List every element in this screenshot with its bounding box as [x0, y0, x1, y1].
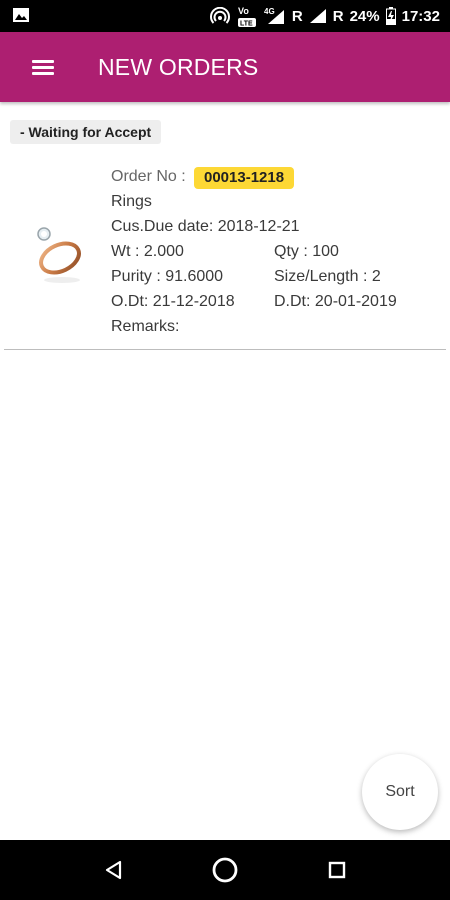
order-no-label: Order No : — [111, 168, 186, 185]
menu-line — [32, 66, 54, 69]
system-navigation-bar — [0, 840, 450, 900]
delivery-date: D.Dt: 20-01-2019 — [274, 293, 397, 310]
purity: Purity : 91.6000 — [111, 268, 224, 285]
customer-due-date: Cus.Due date: 2018-12-21 — [111, 218, 300, 235]
svg-text:LTE: LTE — [240, 21, 253, 28]
recent-apps-icon[interactable] — [319, 852, 355, 888]
status-bar: Vo LTE 4G R R 24% 17:32 — [0, 0, 450, 32]
home-icon[interactable] — [207, 852, 243, 888]
signal-4g-icon: 4G — [264, 7, 284, 24]
back-icon[interactable] — [96, 852, 132, 888]
battery-charging-icon — [385, 7, 396, 25]
ring-image — [37, 227, 81, 283]
quantity: Qty : 100 — [274, 243, 339, 260]
section-header-waiting-for-accept: - Waiting for Accept — [10, 120, 162, 144]
order-number-badge: 00013-1218 — [194, 167, 295, 189]
app-bar: NEW ORDERS — [0, 32, 450, 102]
battery-percent: 24% — [349, 7, 380, 25]
svg-text:4G: 4G — [264, 7, 275, 16]
clock: 17:32 — [401, 7, 440, 25]
status-icons: Vo LTE 4G R R 24% 17:32 — [209, 0, 440, 32]
sort-button[interactable]: Sort — [362, 754, 438, 830]
image-notification-icon — [13, 8, 29, 22]
size-length: Size/Length : 2 — [274, 268, 381, 285]
weight: Wt : 2.000 — [111, 243, 184, 260]
svg-text:Vo: Vo — [238, 6, 249, 16]
product-name: Rings — [111, 193, 152, 210]
signal-icon — [309, 9, 326, 23]
network-type-r1: R — [291, 7, 303, 25]
network-type-r2: R — [332, 7, 344, 25]
page-title: NEW ORDERS — [98, 54, 259, 80]
hamburger-menu-icon[interactable] — [26, 52, 62, 82]
order-date: O.Dt: 21-12-2018 — [111, 293, 235, 310]
menu-line — [32, 60, 54, 63]
volte-icon: Vo LTE — [237, 6, 256, 28]
divider — [4, 348, 446, 350]
order-list-item[interactable]: Order No : 00013-1218 Rings Cus.Due date… — [0, 160, 450, 350]
hotspot-icon — [209, 7, 230, 24]
menu-line — [32, 72, 54, 75]
remarks: Remarks: — [111, 318, 180, 335]
